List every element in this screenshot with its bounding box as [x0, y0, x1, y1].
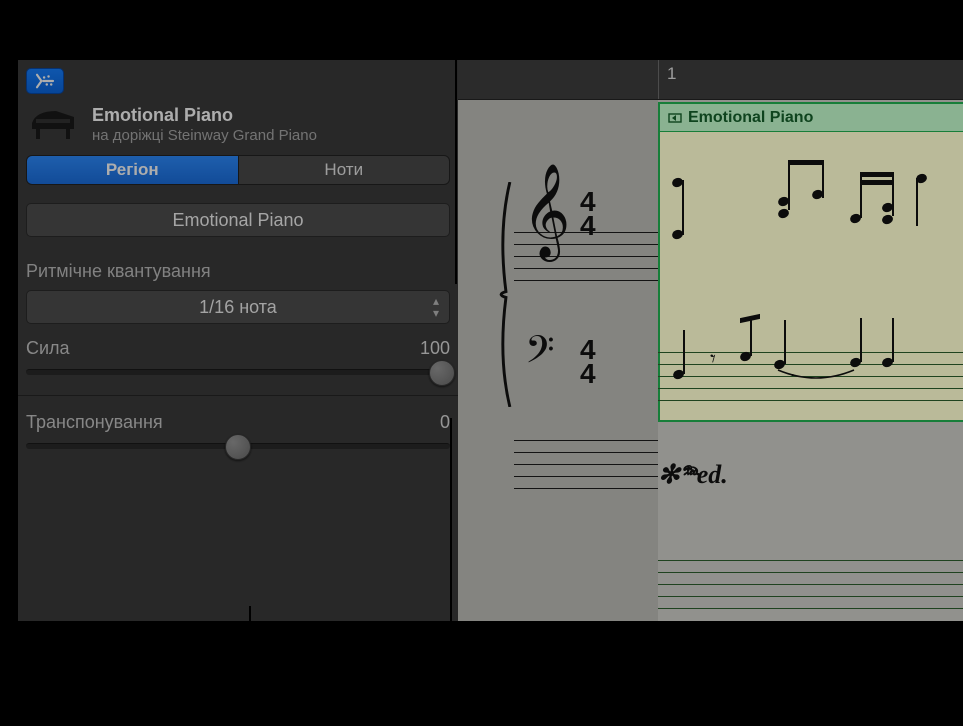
transpose-row: Транспонування 0 [26, 412, 450, 449]
catch-playhead-button[interactable] [26, 68, 64, 94]
region-name-field[interactable]: Emotional Piano [26, 203, 450, 237]
strength-label: Сила [26, 338, 70, 359]
tie-icon [776, 368, 856, 384]
instrument-icon [28, 105, 80, 145]
strength-slider[interactable] [26, 369, 450, 375]
bass-staff-margin [514, 440, 658, 489]
callout-line [249, 606, 251, 726]
track-header: Emotional Piano на доріжці Steinway Gran… [26, 104, 450, 145]
transpose-slider[interactable] [26, 443, 450, 449]
treble-clef-icon: 𝄞 [522, 170, 570, 252]
bass-staff-region [658, 560, 963, 609]
transpose-value[interactable]: 0 [440, 412, 450, 433]
tab-region[interactable]: Регіон [26, 155, 239, 185]
divider [18, 395, 458, 396]
callout-line [455, 60, 457, 284]
quantize-dropdown[interactable]: 1/16 нота ▴▾ [26, 290, 450, 324]
rest-icon: 𝄾 [710, 346, 716, 372]
inspector-panel: Emotional Piano на доріжці Steinway Gran… [18, 60, 458, 621]
strength-value[interactable]: 100 [420, 338, 450, 359]
region-header-title: Emotional Piano [688, 109, 813, 127]
time-signature-treble: 4 4 [580, 190, 596, 238]
transpose-label: Транспонування [26, 412, 163, 433]
catch-playhead-icon [34, 73, 56, 89]
track-subtitle: на доріжці Steinway Grand Piano [92, 127, 317, 146]
staff-brace [496, 182, 512, 407]
chevron-up-down-icon: ▴▾ [433, 295, 439, 319]
region-header[interactable]: Emotional Piano [660, 104, 963, 132]
strength-row: Сила 100 [26, 338, 450, 375]
region-title: Emotional Piano [92, 104, 317, 127]
tab-notes[interactable]: Ноти [239, 155, 451, 185]
timeline-ruler[interactable]: 1 [458, 60, 963, 100]
strength-thumb[interactable] [429, 360, 455, 386]
callout-line [450, 418, 452, 726]
time-signature-bass: 4 4 [580, 338, 596, 386]
quantize-label: Ритмічне квантування [26, 261, 450, 282]
bass-clef-icon: 𝄢 [525, 331, 555, 377]
transpose-thumb[interactable] [225, 434, 251, 460]
score-view[interactable]: 1 Emotional Piano 𝄞 4 4 [458, 60, 963, 621]
callout-line [455, 0, 457, 60]
loop-icon [668, 111, 682, 125]
tab-group: Регіон Ноти [26, 155, 450, 185]
pedal-mark: ✻𝆮ed. [658, 460, 728, 491]
ruler-bar-1: 1 [658, 60, 676, 99]
quantize-value: 1/16 нота [199, 297, 277, 318]
